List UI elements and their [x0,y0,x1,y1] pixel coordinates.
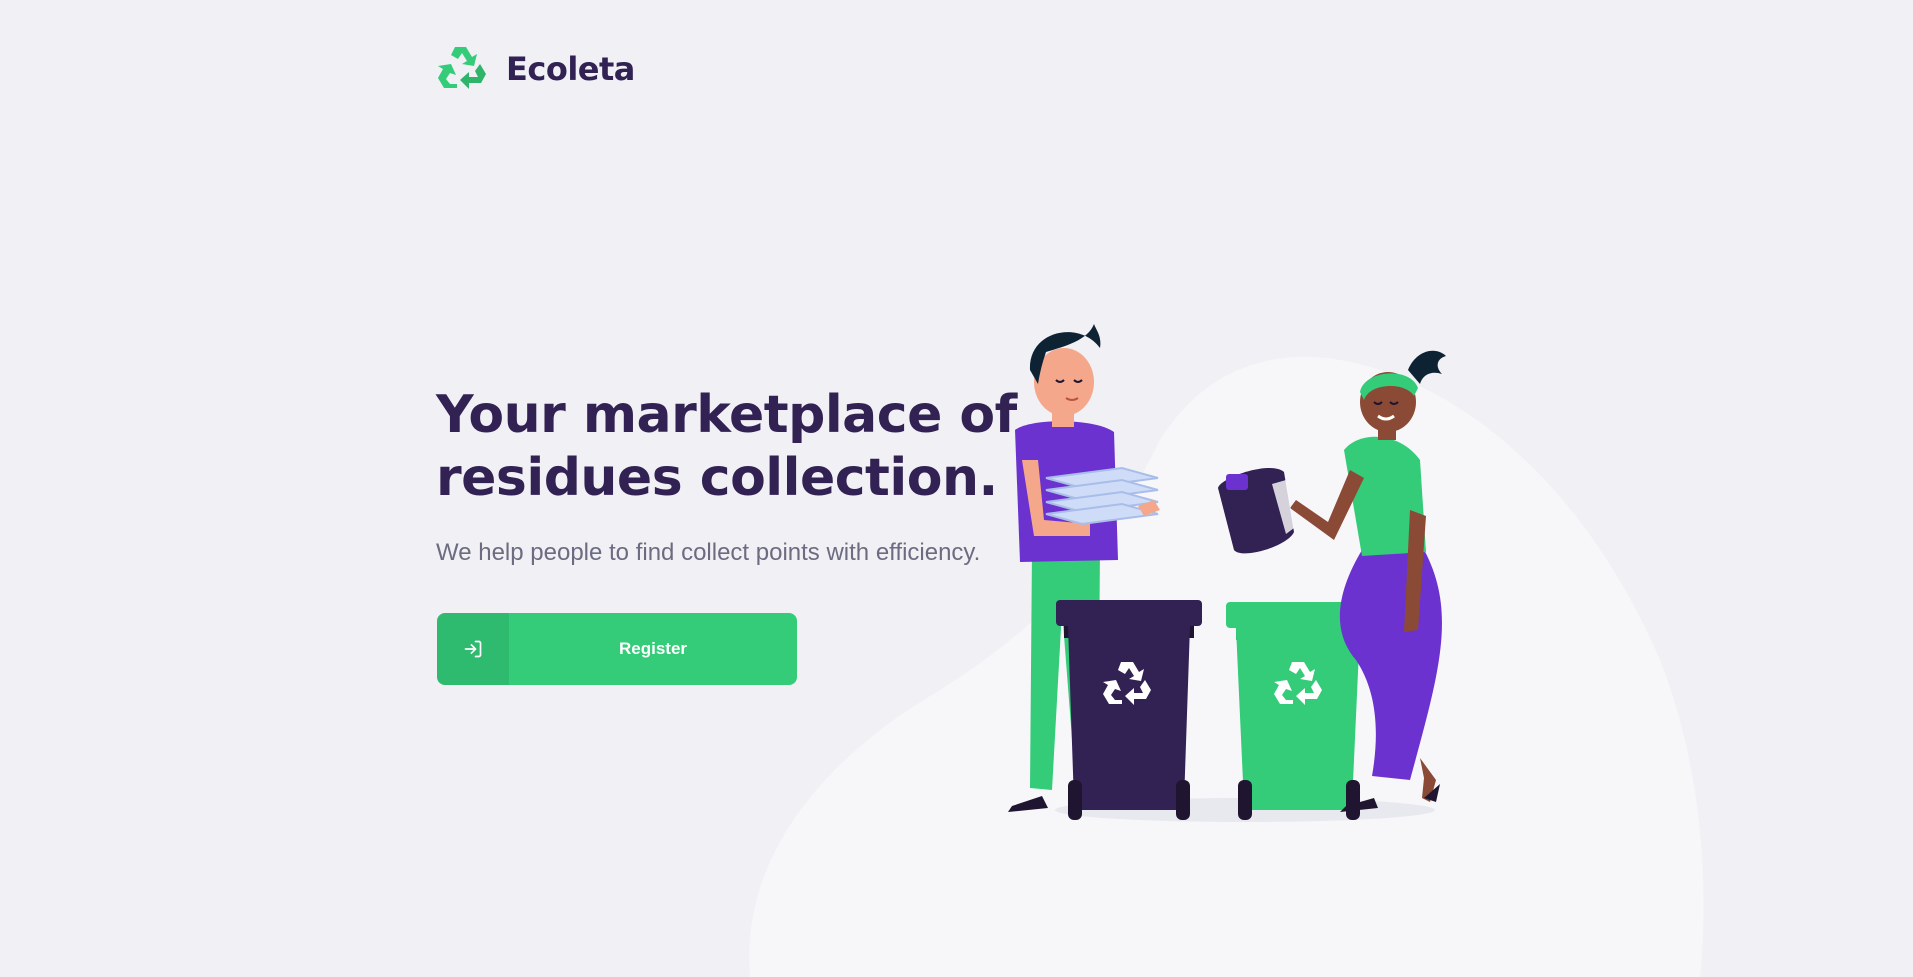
hero-subtitle: We help people to find collect points wi… [436,539,981,566]
app-name: Ecoleta [506,50,635,88]
hero-title-line-1: Your marketplace of [436,385,1017,445]
login-arrow-icon [464,640,482,658]
hero-section: Your marketplace of residues collection.… [436,384,1036,568]
recycle-icon [438,47,486,89]
header: Ecoleta [436,44,635,94]
hero-title: Your marketplace of residues collection. [436,384,1036,510]
hero-title-line-2: residues collection. [436,448,998,508]
register-button-label: Register [618,639,688,658]
landing-page: Ecoleta Your marketplace of residues col… [0,0,1913,977]
register-icon-box [437,613,509,685]
register-button[interactable]: Register [437,613,797,685]
recycling-people-illustration [1008,324,1446,822]
